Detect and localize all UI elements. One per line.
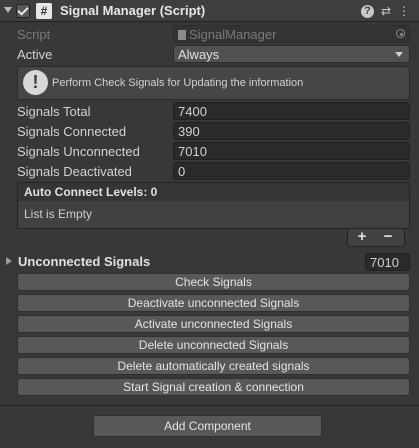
divider (0, 405, 419, 406)
signals-connected-label: Signals Connected (17, 124, 127, 139)
script-label: Script (17, 27, 51, 42)
more-icon[interactable]: ⋮ (396, 3, 412, 19)
enabled-checkbox[interactable] (16, 4, 30, 18)
signals-total-field[interactable]: 7400 (173, 102, 410, 120)
active-dropdown[interactable]: Always (173, 45, 410, 63)
signals-unconnected-field[interactable]: 7010 (173, 142, 410, 160)
delete-auto-created-button[interactable]: Delete automatically created signals (17, 357, 410, 375)
foldout-arrow-icon[interactable] (4, 7, 12, 13)
signals-total-label: Signals Total (17, 104, 91, 119)
active-dropdown-value: Always (178, 47, 220, 62)
add-component-button[interactable]: Add Component (93, 415, 322, 437)
deactivate-unconnected-button[interactable]: Deactivate unconnected Signals (17, 294, 410, 312)
script-icon: # (36, 3, 52, 19)
list-remove-button[interactable]: − (376, 229, 400, 245)
start-signal-creation-button[interactable]: Start Signal creation & connection (17, 378, 410, 396)
component-title: Signal Manager (Script) (60, 3, 206, 18)
list-footer: + − (347, 229, 405, 247)
unconnected-signals-label[interactable]: Unconnected Signals (18, 254, 150, 269)
signals-deactivated-label: Signals Deactivated (17, 164, 132, 179)
object-picker-icon[interactable] (396, 29, 405, 38)
script-field[interactable]: SignalManager (173, 25, 410, 43)
help-icon[interactable]: ? (361, 5, 374, 18)
unconnected-signals-count[interactable]: 7010 (365, 253, 410, 271)
preset-icon[interactable]: ⇄ (378, 3, 394, 19)
warning-icon: ! (23, 70, 48, 95)
delete-unconnected-button[interactable]: Delete unconnected Signals (17, 336, 410, 354)
help-text: Perform Check Signals for Updating the i… (52, 77, 304, 89)
check-signals-button[interactable]: Check Signals (17, 273, 410, 291)
activate-unconnected-button[interactable]: Activate unconnected Signals (17, 315, 410, 333)
auto-connect-levels-header[interactable]: Auto Connect Levels: 0 (17, 182, 410, 202)
help-box: ! Perform Check Signals for Updating the… (17, 66, 410, 100)
list-add-button[interactable]: + (350, 229, 374, 245)
signals-unconnected-label: Signals Unconnected (17, 144, 140, 159)
dropdown-arrow-icon (395, 52, 403, 57)
signals-deactivated-field[interactable]: 0 (173, 162, 410, 180)
script-field-value: SignalManager (189, 27, 277, 42)
active-label: Active (17, 47, 53, 62)
signals-connected-field[interactable]: 390 (173, 122, 410, 140)
unconnected-foldout-arrow-icon[interactable] (6, 257, 12, 265)
script-file-icon (178, 30, 186, 40)
list-empty-text: List is Empty (17, 201, 410, 229)
